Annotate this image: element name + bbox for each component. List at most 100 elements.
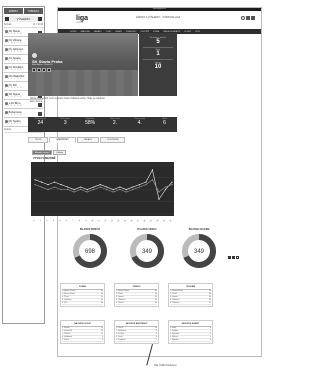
data-point[interactable] xyxy=(171,184,173,186)
data-point[interactable] xyxy=(164,188,167,191)
data-point[interactable] xyxy=(112,191,114,193)
tab-table[interactable]: TABULKA xyxy=(24,8,43,14)
logo-subtext: ePROFIL xyxy=(76,22,84,24)
table-row[interactable]: 5. Liberec 46 xyxy=(116,302,157,305)
data-point[interactable] xyxy=(73,188,75,191)
tick-label: 15. xyxy=(124,219,128,223)
data-point[interactable] xyxy=(86,188,88,191)
nav-item[interactable]: KLUBY xyxy=(184,31,191,33)
prev-icon[interactable] xyxy=(5,17,9,21)
table-row[interactable]: 5. Zlín 48 xyxy=(62,302,103,305)
table-row[interactable]: 5. Frydrych 5 xyxy=(116,339,157,342)
donut-block: BILANCE DOMÁCÍ 698 xyxy=(70,229,110,279)
data-point[interactable] xyxy=(47,184,49,186)
subtab-current-season[interactable]: Aktuální sezóna xyxy=(32,150,53,155)
club-subtitle: Eden Aréna · Praha 10 xyxy=(32,64,53,66)
data-point[interactable] xyxy=(40,186,43,188)
data-point[interactable] xyxy=(73,191,75,193)
season-subtabs: Aktuální sezóna Celkem xyxy=(32,150,67,155)
search-icon[interactable] xyxy=(241,16,245,20)
data-point[interactable] xyxy=(34,179,36,181)
data-point[interactable] xyxy=(80,186,82,188)
data-point[interactable] xyxy=(53,181,56,183)
table-row[interactable]: 5. Olomouc 51 xyxy=(170,302,211,305)
table-row[interactable]: 5. Stoch 8 xyxy=(62,339,103,342)
stat-item: Počet zápasů 24 xyxy=(28,117,53,132)
data-point[interactable] xyxy=(67,186,69,188)
table-cell-name: 5. Ngadeu xyxy=(170,339,179,341)
next-page-icon[interactable] xyxy=(232,256,235,259)
stats-bar: Počet zápasů 24 Počet výher 3 Úspěšnost 58% Po… xyxy=(28,117,177,132)
table-cell-name: 5. Frydrych xyxy=(116,339,126,341)
twitter-icon[interactable] xyxy=(37,68,41,72)
data-point[interactable] xyxy=(53,186,56,188)
data-point[interactable] xyxy=(119,188,121,191)
subtab-total[interactable]: Celkem xyxy=(53,150,67,155)
data-point[interactable] xyxy=(60,188,62,191)
table-row[interactable]: 5. Ngadeu 4 xyxy=(170,339,211,342)
web-icon[interactable] xyxy=(47,68,51,72)
site-logo[interactable]: liga ePROFIL xyxy=(76,15,90,24)
data-point[interactable] xyxy=(145,181,147,183)
data-point[interactable] xyxy=(138,184,140,186)
data-point[interactable] xyxy=(99,184,101,186)
data-point[interactable] xyxy=(138,186,140,188)
data-point[interactable] xyxy=(112,188,114,191)
data-point[interactable] xyxy=(40,181,43,183)
data-point[interactable] xyxy=(119,186,121,188)
user-icon[interactable] xyxy=(246,16,250,20)
table-cell-value: 5 xyxy=(155,339,157,341)
table-cell-name: 3. Doležal xyxy=(62,333,71,335)
facebook-icon[interactable] xyxy=(32,68,36,72)
prev-page-icon[interactable] xyxy=(228,256,231,259)
data-point[interactable] xyxy=(125,188,127,191)
data-point[interactable] xyxy=(125,191,127,193)
table-cell-name: 1. Škoda xyxy=(62,327,70,329)
data-point[interactable] xyxy=(164,186,167,188)
data-point[interactable] xyxy=(145,184,147,186)
data-point[interactable] xyxy=(151,169,154,171)
data-point[interactable] xyxy=(34,184,36,186)
tick-label: 12. xyxy=(104,219,108,223)
data-point[interactable] xyxy=(60,184,62,186)
table-cell-name: 3. Plzeň xyxy=(62,296,69,298)
data-point[interactable] xyxy=(158,198,160,200)
data-point[interactable] xyxy=(67,188,69,191)
data-point[interactable] xyxy=(106,186,108,188)
data-point[interactable] xyxy=(158,191,160,193)
table-cell-value: 65 xyxy=(100,290,103,292)
data-point[interactable] xyxy=(151,179,154,181)
donut-block: BILANCE CELKEM 349 xyxy=(179,229,219,279)
tick-label: 1. xyxy=(33,219,36,222)
data-point[interactable] xyxy=(80,188,82,191)
tick-label: 14. xyxy=(117,219,121,223)
data-point[interactable] xyxy=(47,188,49,191)
expand-icon[interactable] xyxy=(236,256,239,259)
data-point[interactable] xyxy=(93,186,95,188)
expand-icon[interactable] xyxy=(38,112,42,116)
data-point[interactable] xyxy=(132,188,134,191)
menu-icon[interactable] xyxy=(251,16,255,20)
data-point[interactable] xyxy=(132,186,134,188)
nav-item[interactable]: VÍCE xyxy=(195,31,200,33)
tick-label: 22. xyxy=(169,219,173,223)
data-point[interactable] xyxy=(93,188,95,191)
table-cell-value: 10 xyxy=(154,327,157,329)
data-point[interactable] xyxy=(99,186,101,188)
tick-label: 7. xyxy=(72,219,75,222)
club-description: Slavia Praha patří mezi nejstarší české … xyxy=(30,98,105,103)
data-point[interactable] xyxy=(106,188,108,191)
tab-soupiska[interactable]: SOUPISKA xyxy=(100,137,126,143)
instagram-icon[interactable] xyxy=(42,68,46,72)
tab-úvod[interactable]: ÚVOD xyxy=(28,137,49,143)
tab-zápasy[interactable]: ZÁPASY xyxy=(76,137,100,143)
next-icon[interactable] xyxy=(37,17,42,21)
tab-matches[interactable]: ZÁPASY xyxy=(4,8,23,14)
info-value: 5 xyxy=(156,39,160,45)
data-point[interactable] xyxy=(171,181,173,183)
table-cell-name: 1. Bořil xyxy=(170,327,176,329)
tick-label: 17. xyxy=(137,219,141,223)
data-point[interactable] xyxy=(86,191,88,193)
tab-statistiky[interactable]: STATISTIKY xyxy=(49,137,76,143)
table-cell-value: 8 xyxy=(209,327,211,329)
